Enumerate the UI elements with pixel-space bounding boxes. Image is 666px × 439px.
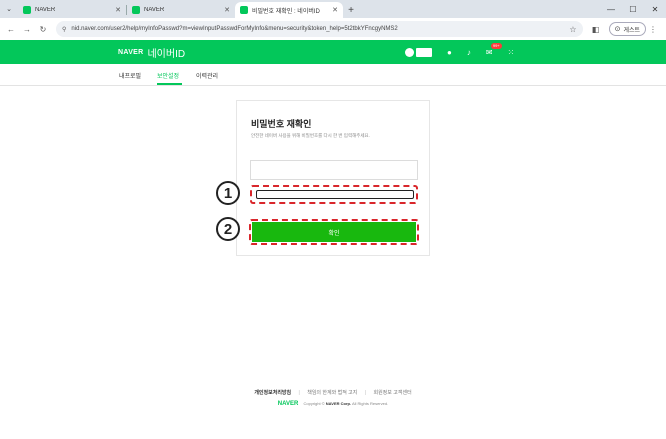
profile-label: 게스트	[623, 27, 640, 34]
nav-my-profile[interactable]: 내프로필	[119, 71, 141, 80]
apps-grid-icon[interactable]: ⁙	[508, 48, 515, 57]
close-tab-icon[interactable]: ✕	[332, 6, 338, 14]
footer-divider: |	[298, 390, 300, 396]
copyright-prefix: Copyright ©	[303, 401, 325, 406]
tab-title: 비밀번호 재확인 : 네이버ID	[252, 8, 320, 15]
footer-links: 개인정보처리방침 | 책임의 한계와 법적 고지 | 회원정보 고객센터	[0, 389, 666, 396]
tab-title: NAVER	[144, 7, 165, 13]
profile-button[interactable]: ⊙ 게스트	[608, 22, 646, 36]
naver-favicon-icon	[240, 6, 248, 14]
sub-navigation: 내프로필 보안설정 이력관리	[0, 64, 666, 86]
address-bar: ← → ↻ ⚲ nid.naver.com/user2/help/myInfoP…	[0, 18, 666, 40]
footer-naver-logo: NAVER	[277, 401, 299, 407]
page-description: 안전한 네이버 사용을 위해 비밀번호를 다시 한 번 입력해주세요.	[251, 133, 370, 138]
close-tab-icon[interactable]: ✕	[224, 6, 230, 14]
menu-icon[interactable]: ⋮	[646, 22, 660, 36]
copyright: NAVER Copyright © NAVER Corp. All Rights…	[0, 401, 666, 407]
back-icon[interactable]: ←	[4, 22, 18, 36]
confirm-button[interactable]: 확인	[252, 222, 416, 242]
mail-count-badge: 99+	[490, 42, 502, 49]
nav-security-settings[interactable]: 보안설정	[157, 71, 179, 80]
naver-favicon-icon	[23, 6, 31, 14]
naver-header: NAVER 네이버ID ● ♪ ✉ 99+ ⁙	[0, 40, 666, 64]
id-field[interactable]	[250, 160, 418, 180]
url-input[interactable]: ⚲ nid.naver.com/user2/help/myInfoPasswd?…	[56, 21, 583, 37]
profile-icon: ⊙	[614, 26, 621, 33]
bell-icon[interactable]: ♪	[467, 48, 471, 57]
new-tab-button[interactable]: +	[343, 2, 359, 18]
page-brand-title[interactable]: 네이버ID	[147, 45, 185, 60]
user-name-box[interactable]	[416, 47, 432, 57]
header-user-area: ● ♪ ✉ 99+ ⁙	[405, 40, 514, 64]
naver-favicon-icon	[132, 6, 140, 14]
company-name: NAVER Corp.	[325, 401, 352, 406]
tab-title: NAVER	[35, 7, 56, 13]
footer-link-legal[interactable]: 책임의 한계와 법적 고지	[307, 390, 357, 396]
footer-divider: |	[364, 390, 367, 396]
tab-search-icon[interactable]: ⌄	[0, 0, 18, 18]
mail-icon[interactable]: ✉ 99+	[486, 42, 502, 57]
reload-icon[interactable]: ↻	[36, 22, 50, 36]
side-panel-icon[interactable]: ◧	[589, 22, 603, 36]
forward-icon[interactable]: →	[20, 22, 34, 36]
tab-naver-1[interactable]: NAVER ✕	[18, 2, 126, 18]
site-info-icon[interactable]: ⚲	[62, 26, 66, 33]
tab-password-confirm[interactable]: 비밀번호 재확인 : 네이버ID ✕	[235, 2, 343, 18]
password-confirm-card: 비밀번호 재확인 안전한 네이버 사용을 위해 비밀번호를 다시 한 번 입력해…	[236, 100, 430, 256]
tab-strip: ⌄ NAVER ✕ NAVER ✕ 비밀번호 재확인 : 네이버ID ✕ + —…	[0, 0, 666, 18]
page-title: 비밀번호 재확인	[251, 119, 312, 129]
step-marker-2: 2	[216, 217, 240, 241]
close-window-icon[interactable]: ✕	[644, 0, 666, 18]
minimize-icon[interactable]: —	[600, 0, 622, 18]
naver-logo[interactable]: NAVER	[118, 49, 143, 56]
step-marker-1: 1	[216, 181, 240, 205]
maximize-icon[interactable]: ☐	[622, 0, 644, 18]
copyright-rights: All Rights Reserved.	[351, 401, 389, 406]
bookmark-star-icon[interactable]: ☆	[569, 25, 576, 34]
footer-link-support[interactable]: 회원정보 고객센터	[373, 390, 411, 396]
password-field[interactable]	[256, 190, 414, 199]
footer-link-privacy[interactable]: 개인정보처리방침	[254, 390, 291, 396]
window-controls: — ☐ ✕	[600, 0, 666, 18]
nav-history[interactable]: 이력관리	[196, 71, 218, 80]
avatar[interactable]	[405, 47, 414, 57]
tab-naver-2[interactable]: NAVER ✕	[127, 2, 235, 18]
close-tab-icon[interactable]: ✕	[115, 6, 121, 14]
talk-icon[interactable]: ●	[447, 48, 452, 57]
url-text: nid.naver.com/user2/help/myInfoPasswd?m=…	[71, 26, 398, 32]
active-tab-underline	[157, 83, 182, 85]
